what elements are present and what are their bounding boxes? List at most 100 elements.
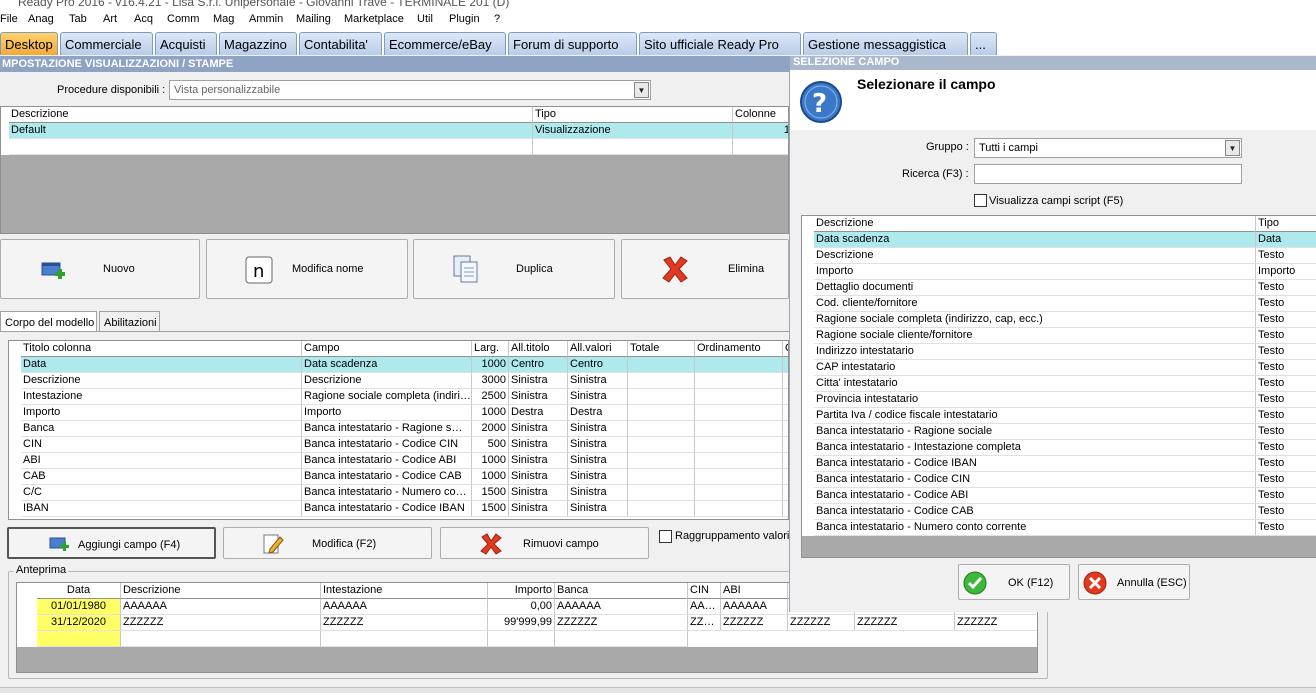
tab-acquisti[interactable]: Acquisti — [155, 32, 217, 55]
menu-help[interactable]: ? — [494, 13, 500, 25]
table-row[interactable]: ABI Banca intestatario - Codice ABI 1000 Si… — [9, 453, 788, 469]
field-descrizione: Banca intestatario - Codice CIN — [814, 472, 1256, 488]
list-item[interactable]: CAP intestatario Testo — [802, 360, 1316, 376]
ok-button[interactable]: OK (F12) — [958, 564, 1070, 600]
menu-acq[interactable]: Acq — [134, 13, 153, 25]
col-header-all-titolo[interactable]: All.titolo — [509, 341, 568, 357]
nuovo-button[interactable]: Nuovo — [0, 239, 200, 299]
table-cell — [628, 469, 695, 485]
table-row[interactable]: Importo Importo 1000 Destra Destra — [9, 405, 788, 421]
menu-file[interactable]: File — [0, 13, 18, 25]
col-header-descrizione[interactable]: Descrizione — [814, 216, 1256, 232]
menu-ammin[interactable]: Ammin — [249, 13, 283, 25]
menu-tab[interactable]: Tab — [69, 13, 87, 25]
elimina-button[interactable]: Elimina — [621, 239, 789, 299]
table-row[interactable]: Data Data scadenza 1000 Centro Centro — [9, 357, 788, 373]
table-cell — [695, 501, 783, 517]
subtab-abilitazioni[interactable]: Abilitazioni — [99, 311, 160, 331]
col-header-tipo[interactable]: Tipo — [533, 107, 733, 123]
table-row[interactable]: IBAN Banca intestatario - Codice IBAN 1500… — [9, 501, 788, 517]
list-item[interactable]: Banca intestatario - Codice CAB Testo — [802, 504, 1316, 520]
table-row[interactable]: CAB Banca intestatario - Codice CAB 1000 Si… — [9, 469, 788, 485]
col-header-colonne[interactable]: Colonne — [733, 107, 788, 123]
table-row-empty[interactable] — [1, 139, 788, 155]
list-item[interactable]: Banca intestatario - Codice CIN Testo — [802, 472, 1316, 488]
menu-util[interactable]: Util — [417, 13, 433, 25]
tab-sito-ufficiale[interactable]: Sito ufficiale Ready Pro — [639, 32, 801, 55]
list-item[interactable]: Banca intestatario - Ragione sociale Test… — [802, 424, 1316, 440]
list-item[interactable]: Data scadenza Data — [802, 232, 1316, 248]
raggruppamento-checkbox[interactable] — [659, 530, 672, 543]
list-item[interactable]: Dettaglio documenti Testo — [802, 280, 1316, 296]
list-item[interactable]: Banca intestatario - Numero conto corren… — [802, 520, 1316, 536]
col-header-ordinamento[interactable]: Ordinamento — [695, 341, 783, 357]
table-row[interactable]: Descrizione Descrizione 3000 Sinistra Sinist… — [9, 373, 788, 389]
menu-comm[interactable]: Comm — [167, 13, 199, 25]
menu-mailing[interactable]: Mailing — [296, 13, 331, 25]
tab-contabilita[interactable]: Contabilita' — [299, 32, 382, 55]
modifica-button[interactable]: Modifica (F2) — [223, 527, 432, 559]
aggiungi-campo-button[interactable]: Aggiungi campo (F4) — [7, 527, 216, 559]
list-item[interactable]: Citta' intestatario Testo — [802, 376, 1316, 392]
col-header-campo[interactable]: Campo — [302, 341, 472, 357]
menu-art[interactable]: Art — [103, 13, 117, 25]
rimuovi-campo-button[interactable]: Rimuovi campo — [440, 527, 649, 559]
tab-ecommerce[interactable]: Ecommerce/eBay — [384, 32, 506, 55]
table-row[interactable]: Intestazione Ragione sociale completa (in… — [9, 389, 788, 405]
col-header-descrizione[interactable]: Descrizione — [9, 107, 533, 123]
col-header-all-valori[interactable]: All.valori — [568, 341, 628, 357]
modifica-nome-button[interactable]: n Modifica nome — [206, 239, 408, 299]
annulla-button[interactable]: Annulla (ESC) — [1078, 564, 1190, 600]
table-cell: Sinistra — [509, 501, 568, 517]
list-item[interactable]: Banca intestatario - Codice ABI Testo — [802, 488, 1316, 504]
list-item[interactable]: Importo Importo — [802, 264, 1316, 280]
table-row[interactable]: Default Visualizzazione 1 — [1, 123, 788, 139]
ricerca-input[interactable] — [974, 164, 1242, 184]
col-header-titolo[interactable]: Titolo colonna — [21, 341, 302, 357]
table-cell — [695, 405, 783, 421]
table-cell: 1500 — [472, 485, 509, 501]
preview-cell: 0,00 — [488, 599, 555, 615]
list-item[interactable]: Indirizzo intestatario Testo — [802, 344, 1316, 360]
list-item[interactable]: Banca intestatario - Codice IBAN Testo — [802, 456, 1316, 472]
preview-cell: ZZZZZZ — [121, 615, 321, 631]
menu-marketplace[interactable]: Marketplace — [344, 13, 404, 25]
gruppo-combo[interactable]: Tutti i campi ▼ — [974, 138, 1242, 158]
list-item[interactable]: Ragione sociale cliente/fornitore Testo — [802, 328, 1316, 344]
tab-more[interactable]: ... — [970, 32, 997, 55]
field-tipo: Testo — [1256, 328, 1316, 344]
table-row[interactable]: CIN Banca intestatario - Codice CIN 500 Sin… — [9, 437, 788, 453]
duplica-button[interactable]: Duplica — [413, 239, 615, 299]
subtab-corpo-modello[interactable]: Corpo del modello — [0, 311, 97, 331]
col-header-larg[interactable]: Larg. — [472, 341, 509, 357]
menu-mag[interactable]: Mag — [213, 13, 234, 25]
table-cell: 1000 — [472, 453, 509, 469]
procedures-combo[interactable]: Vista personalizzabile ▼ — [169, 80, 651, 100]
list-item[interactable]: Ragione sociale completa (indirizzo, cap… — [802, 312, 1316, 328]
list-item[interactable]: Cod. cliente/fornitore Testo — [802, 296, 1316, 312]
script-checkbox[interactable] — [974, 194, 987, 207]
anteprima-title: Anteprima — [14, 564, 69, 576]
table-row[interactable]: C/C Banca intestatario - Numero co… 1500 Si… — [9, 485, 788, 501]
chevron-down-icon[interactable]: ▼ — [1225, 140, 1240, 156]
tab-commerciale[interactable]: Commerciale — [60, 32, 153, 55]
table-row[interactable]: Banca Banca intestatario - Ragione s… 2000… — [9, 421, 788, 437]
menu-anag[interactable]: Anag — [28, 13, 54, 25]
field-descrizione: Banca intestatario - Codice IBAN — [814, 456, 1256, 472]
tab-magazzino[interactable]: Magazzino — [219, 32, 297, 55]
list-item[interactable]: Banca intestatario - Intestazione comple… — [802, 440, 1316, 456]
col-header-totale[interactable]: Totale — [628, 341, 695, 357]
col-header-tipo[interactable]: Tipo — [1256, 216, 1316, 232]
list-item[interactable]: Descrizione Testo — [802, 248, 1316, 264]
tab-gestione-messaggistica[interactable]: Gestione messaggistica — [803, 32, 968, 55]
chevron-down-icon[interactable]: ▼ — [634, 82, 649, 98]
tab-desktop[interactable]: Desktop — [0, 32, 58, 55]
list-item[interactable]: Provincia intestatario Testo — [802, 392, 1316, 408]
field-descrizione: Banca intestatario - Codice ABI — [814, 488, 1256, 504]
list-item[interactable]: Partita Iva / codice fiscale intestatari… — [802, 408, 1316, 424]
menu-plugin[interactable]: Plugin — [449, 13, 480, 25]
question-icon: ? — [800, 81, 842, 123]
table-cell: Sinistra — [568, 421, 628, 437]
tab-forum[interactable]: Forum di supporto — [508, 32, 637, 55]
table-cell: 500 — [472, 437, 509, 453]
